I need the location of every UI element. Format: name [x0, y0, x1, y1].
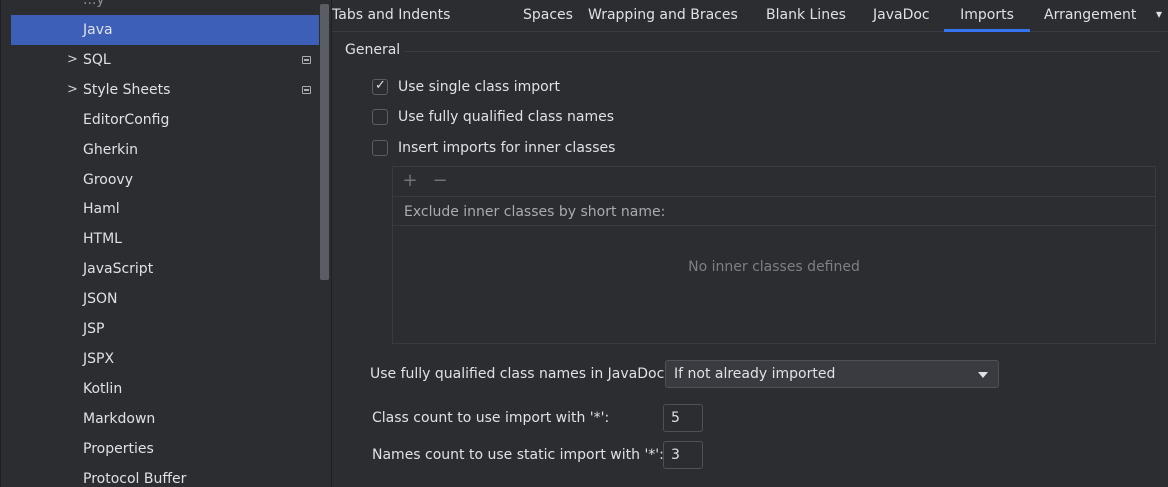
- tab-javadoc[interactable]: JavaDoc: [873, 7, 930, 32]
- use-fully-qualified-checkbox[interactable]: [372, 109, 388, 125]
- tree-item-label: JSPX: [83, 351, 115, 367]
- tree-item-label: Java: [83, 22, 113, 38]
- tree-item-html[interactable]: HTML: [11, 224, 319, 254]
- tab-spaces[interactable]: Spaces: [523, 7, 573, 32]
- tree-item-label: HTML: [83, 231, 122, 247]
- checkbox-row-inner-classes[interactable]: Insert imports for inner classes: [372, 138, 615, 158]
- tree-item-style-sheets[interactable]: > Style Sheets: [11, 75, 319, 105]
- table-toolbar: + −: [393, 167, 1155, 197]
- scheme-icon: [302, 86, 311, 94]
- checkbox-label: Insert imports for inner classes: [398, 140, 616, 156]
- tree-item-partial: ...y: [83, 0, 105, 8]
- tree-item-label: JSP: [83, 321, 105, 337]
- table-column-header: Exclude inner classes by short name:: [404, 204, 666, 220]
- inner-classes-table: + − Exclude inner classes by short name:…: [392, 166, 1156, 344]
- tree-scrollbar[interactable]: [320, 4, 329, 280]
- table-empty-text: No inner classes defined: [688, 259, 860, 275]
- tree-item-label: Haml: [83, 201, 120, 217]
- table-header: Exclude inner classes by short name:: [393, 198, 1155, 226]
- tree-item-label: Kotlin: [83, 381, 123, 397]
- checkbox-label: Use fully qualified class names: [398, 109, 615, 125]
- tree-item-haml[interactable]: Haml: [11, 194, 319, 224]
- use-single-class-import-checkbox[interactable]: ✓: [372, 78, 388, 95]
- section-title-general: General: [345, 42, 401, 58]
- tree-item-protocol-buffer[interactable]: Protocol Buffer: [11, 464, 319, 487]
- tree-item-editorconfig[interactable]: EditorConfig: [11, 105, 319, 135]
- tab-tabs-and-indents[interactable]: Tabs and Indents: [332, 7, 450, 32]
- section-divider: [404, 51, 1160, 52]
- settings-tree: ...y Java > SQL > Style Sheets EditorConfig Gh…: [1, 0, 331, 487]
- code-style-tabs: Tabs and Indents Spaces Wrapping and Bra…: [332, 4, 1168, 32]
- chevron-right-icon[interactable]: >: [67, 53, 79, 67]
- tree-item-label: EditorConfig: [83, 112, 170, 128]
- tree-item-label: Style Sheets: [83, 82, 171, 98]
- tree-item-kotlin[interactable]: Kotlin: [11, 374, 319, 404]
- checkbox-row-fully-qualified[interactable]: Use fully qualified class names: [372, 107, 614, 127]
- tree-item-label: Protocol Buffer: [83, 471, 187, 487]
- javadoc-fq-label: Use fully qualified class names in JavaD…: [370, 366, 670, 382]
- chevron-right-icon[interactable]: >: [67, 83, 79, 97]
- tree-item-label: Gherkin: [83, 142, 138, 158]
- tab-imports[interactable]: Imports: [944, 7, 1030, 32]
- tree-item-javascript[interactable]: JavaScript: [11, 254, 319, 284]
- imports-panel: Tabs and Indents Spaces Wrapping and Bra…: [331, 0, 1168, 487]
- tab-blank-lines[interactable]: Blank Lines: [766, 7, 846, 32]
- tree-item-label: Properties: [83, 441, 154, 457]
- insert-imports-inner-classes-checkbox[interactable]: [372, 140, 388, 156]
- settings-window: ...y Java > SQL > Style Sheets EditorConfig Gh…: [0, 0, 1168, 487]
- checkmark-icon: ✓: [375, 78, 386, 93]
- tree-item-label: Groovy: [83, 172, 133, 188]
- tree-item-json[interactable]: JSON: [11, 284, 319, 314]
- tab-wrapping-and-braces[interactable]: Wrapping and Braces: [588, 7, 738, 32]
- chevron-down-icon: [978, 372, 988, 378]
- scheme-icon: [302, 56, 311, 64]
- tab-arrangement[interactable]: Arrangement: [1044, 7, 1136, 32]
- tree-item-jsp[interactable]: JSP: [11, 314, 319, 344]
- checkbox-label: Use single class import: [398, 79, 560, 95]
- names-count-value: 3: [671, 447, 680, 463]
- tree-item-label: JSON: [83, 291, 118, 307]
- tree-item-label: SQL: [83, 52, 111, 68]
- add-icon[interactable]: +: [401, 171, 419, 191]
- remove-icon[interactable]: −: [431, 171, 449, 191]
- tree-item-properties[interactable]: Properties: [11, 434, 319, 464]
- tree-item-gherkin[interactable]: Gherkin: [11, 135, 319, 165]
- tree-item-markdown[interactable]: Markdown: [11, 404, 319, 434]
- tree-item-label: Markdown: [83, 411, 156, 427]
- checkbox-row-single-class-import[interactable]: ✓ Use single class import: [372, 77, 560, 97]
- tree-item-jspx[interactable]: JSPX: [11, 344, 319, 374]
- names-count-label: Names count to use static import with '*…: [372, 447, 664, 463]
- tree-item-sql[interactable]: > SQL: [11, 45, 319, 75]
- class-count-field[interactable]: 5: [663, 404, 703, 432]
- class-count-label: Class count to use import with '*':: [372, 410, 610, 426]
- tree-item-groovy[interactable]: Groovy: [11, 165, 319, 195]
- tree-item-label: JavaScript: [83, 261, 154, 277]
- tabs-overflow-icon[interactable]: ▾: [1156, 7, 1162, 21]
- javadoc-fq-dropdown[interactable]: If not already imported: [665, 360, 999, 388]
- class-count-value: 5: [671, 410, 680, 426]
- names-count-field[interactable]: 3: [663, 441, 703, 469]
- tree-item-java[interactable]: Java: [11, 15, 319, 45]
- dropdown-value: If not already imported: [674, 366, 836, 382]
